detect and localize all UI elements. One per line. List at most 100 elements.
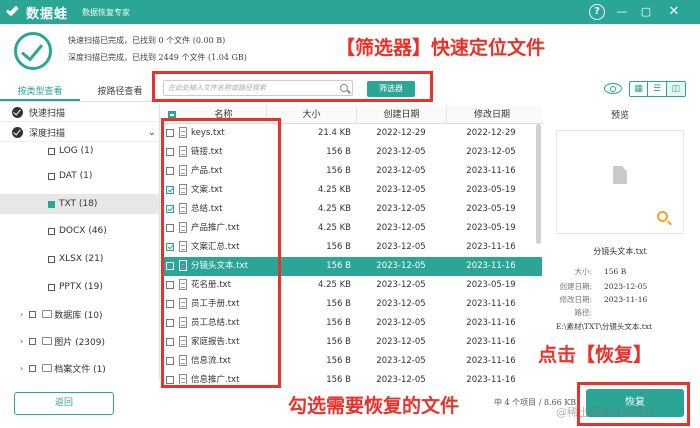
tree-item-label: DAT (1) xyxy=(59,171,93,181)
category-checkbox[interactable] xyxy=(29,310,37,318)
annotation-filter: 【筛选器】快速定位文件 xyxy=(336,37,546,59)
type-checkbox[interactable] xyxy=(48,200,55,208)
annotation-box-files xyxy=(161,118,281,388)
column-modified[interactable]: 修改日期 xyxy=(447,106,537,124)
archive-icon xyxy=(42,364,53,372)
tree-item-docx[interactable]: DOCX (46) xyxy=(0,222,159,240)
grid-view-icon[interactable]: ▦ xyxy=(630,82,649,96)
meta-value: 2023-12-05 xyxy=(604,282,648,291)
category-checkbox[interactable] xyxy=(29,337,37,345)
preview-meta-modified: 修改日期: 2023-11-16 xyxy=(556,294,696,305)
file-created: 2023-12-05 xyxy=(376,223,426,233)
file-created: 2023-12-05 xyxy=(376,337,426,347)
tree-item-log[interactable]: LOG (1) xyxy=(0,142,159,160)
scan-complete-icon xyxy=(14,32,52,70)
file-size: 156 B xyxy=(326,299,351,309)
tree-item-archive[interactable]: › 档案文件 (1) xyxy=(0,359,159,377)
table-scrollbar[interactable] xyxy=(536,124,541,244)
tab-by-type[interactable]: 按类型查看 xyxy=(0,82,80,101)
file-created: 2023-12-05 xyxy=(376,147,426,157)
checked-circle-icon xyxy=(12,107,23,118)
file-created: 2023-12-05 xyxy=(376,242,426,252)
file-created: 2023-12-05 xyxy=(376,185,426,195)
chevron-down-icon[interactable]: ⌄ xyxy=(148,127,156,138)
tree-item-database[interactable]: › 数据库 (10) xyxy=(0,305,159,323)
tree-item-quick-scan[interactable]: 快速扫描 xyxy=(0,104,159,122)
eye-icon[interactable] xyxy=(604,83,622,94)
meta-value: 2023-11-16 xyxy=(604,295,648,304)
tree-item-label: 深度扫描 xyxy=(29,129,66,139)
deep-scan-status: 深度扫描已完成，已找到 2449 个文件 (1.04 GB) xyxy=(68,53,247,62)
category-checkbox[interactable] xyxy=(29,364,37,372)
tree-item-deep-scan[interactable]: 深度扫描 ⌄ xyxy=(0,124,159,142)
preview-box xyxy=(556,130,684,234)
preview-title: 预览 xyxy=(610,111,629,121)
annotation-select: 勾选需要恢复的文件 xyxy=(288,395,460,417)
type-checkbox[interactable] xyxy=(48,172,55,180)
file-created: 2023-12-05 xyxy=(376,261,426,271)
tree-item-label: XLSX (21) xyxy=(59,254,104,264)
tree-item-label: 图片 (2309) xyxy=(54,337,105,348)
file-size: 156 B xyxy=(326,242,351,252)
column-created[interactable]: 创建日期 xyxy=(357,106,447,124)
type-checkbox[interactable] xyxy=(48,147,55,155)
tree-item-label: 档案文件 (1) xyxy=(54,364,106,375)
file-created: 2023-12-05 xyxy=(376,318,426,328)
chevron-right-icon[interactable]: › xyxy=(20,310,23,319)
tree-item-dat[interactable]: DAT (1) xyxy=(0,167,159,185)
minimize-button[interactable]: — xyxy=(614,4,630,20)
file-modified: 2023-11-16 xyxy=(466,356,516,366)
tree-item-label: LOG (1) xyxy=(59,146,94,156)
file-size: 156 B xyxy=(326,261,351,271)
file-modified: 2023-11-16 xyxy=(466,318,516,328)
file-size: 156 B xyxy=(326,147,351,157)
maximize-button[interactable]: ▢ xyxy=(638,4,654,20)
file-size: 4.25 KB xyxy=(317,185,351,195)
meta-key: 修改日期: xyxy=(559,295,592,304)
file-size: 4.25 KB xyxy=(317,223,351,233)
file-size: 21.4 KB xyxy=(317,128,351,138)
zoom-icon[interactable] xyxy=(657,211,668,222)
tree-item-txt[interactable]: TXT (18) xyxy=(0,194,159,214)
chevron-right-icon[interactable]: › xyxy=(20,364,23,373)
tab-by-path[interactable]: 按路径查看 xyxy=(80,82,160,101)
tree-item-xlsx[interactable]: XLSX (21) xyxy=(0,250,159,268)
view-mode-tabs: 按类型查看 按路径查看 xyxy=(0,82,160,102)
file-modified: 2023-11-16 xyxy=(466,299,516,309)
tree-item-pptx[interactable]: PPTX (19) xyxy=(0,278,159,296)
file-size: 4.25 KB xyxy=(317,280,351,290)
tree-item-label: 快速扫描 xyxy=(29,109,66,119)
file-created: 2023-12-05 xyxy=(376,375,426,384)
annotation-box-restore xyxy=(577,382,690,426)
preview-view-icon[interactable]: ◫ xyxy=(666,82,685,96)
file-modified: 2023-11-16 xyxy=(466,337,516,347)
meta-key: 大小: xyxy=(574,267,592,276)
preview-meta-created: 创建日期: 2023-12-05 xyxy=(556,281,696,292)
document-icon xyxy=(613,166,627,184)
app-logo-icon xyxy=(6,4,22,20)
close-button[interactable]: ✕ xyxy=(666,4,682,20)
back-button[interactable]: 返回 xyxy=(14,392,114,415)
checked-circle-icon xyxy=(12,127,23,138)
database-icon xyxy=(42,310,53,318)
tree-item-label: PPTX (19) xyxy=(59,282,103,292)
type-checkbox[interactable] xyxy=(48,283,55,291)
file-modified: 2023-11-16 xyxy=(466,375,516,384)
type-checkbox[interactable] xyxy=(48,255,55,263)
file-modified: 2023-05-19 xyxy=(466,204,516,214)
view-toggle-group: ▦ ☰ ◫ xyxy=(629,81,686,97)
file-size: 156 B xyxy=(326,166,351,176)
file-size: 156 B xyxy=(326,337,351,347)
file-modified: 2023-11-16 xyxy=(466,166,516,176)
file-modified: 2023-11-16 xyxy=(466,261,516,271)
tree-item-images[interactable]: › 图片 (2309) xyxy=(0,332,159,350)
list-view-icon[interactable]: ☰ xyxy=(648,82,667,96)
quick-scan-status: 快速扫描已完成，已找到 0 个文件 (0.00 B) xyxy=(68,36,226,45)
meta-value: 156 B xyxy=(604,267,627,276)
type-checkbox[interactable] xyxy=(48,227,55,235)
help-button[interactable]: ? xyxy=(589,4,605,20)
chevron-right-icon[interactable]: › xyxy=(20,337,23,346)
tree-item-label: 数据库 (10) xyxy=(54,310,103,321)
annotation-box-search xyxy=(152,71,433,102)
meta-key: 路径: xyxy=(574,308,592,317)
